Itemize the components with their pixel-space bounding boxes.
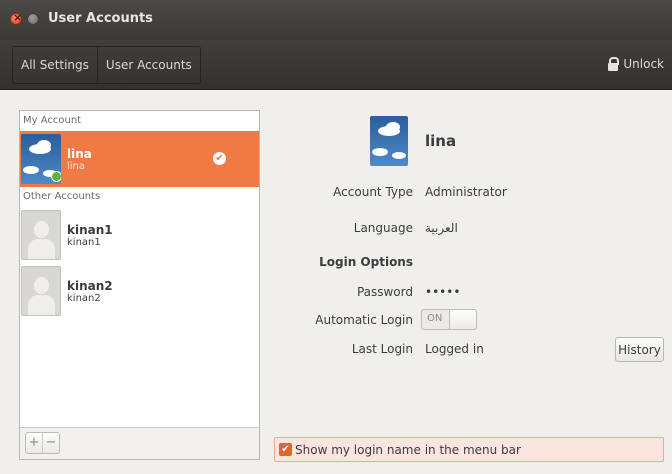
account-row-lina[interactable]: lina lina ✔ xyxy=(20,131,259,187)
password-label: Password xyxy=(356,285,413,299)
breadcrumb-user-accounts[interactable]: User Accounts xyxy=(96,47,200,83)
close-window-icon[interactable] xyxy=(10,11,22,25)
account-username: lina xyxy=(67,160,86,172)
add-account-button[interactable]: + xyxy=(26,433,42,453)
avatar xyxy=(21,210,61,260)
remove-account-button[interactable]: − xyxy=(42,433,59,453)
user-fullname[interactable]: lina xyxy=(425,132,456,150)
user-avatar-button[interactable] xyxy=(370,116,408,166)
other-accounts-header: Other Accounts xyxy=(23,191,101,202)
online-status-icon xyxy=(51,171,61,182)
password-value[interactable]: ••••• xyxy=(425,285,460,299)
checkmark-icon: ✔ xyxy=(213,152,226,165)
avatar xyxy=(21,134,61,184)
login-options-heading: Login Options xyxy=(319,255,413,269)
window-titlebar: User Accounts xyxy=(0,0,672,40)
show-login-name-label: Show my login name in the menu bar xyxy=(295,443,521,457)
history-button[interactable]: History xyxy=(615,337,664,362)
switch-state-label: ON xyxy=(427,313,443,324)
account-type-value[interactable]: Administrator xyxy=(425,185,507,199)
account-name: lina xyxy=(67,146,92,161)
language-value[interactable]: العربية xyxy=(425,221,458,235)
unlock-button[interactable]: Unlock xyxy=(608,46,664,82)
toolbar: All Settings User Accounts Unlock xyxy=(0,40,672,90)
window-title: User Accounts xyxy=(48,11,153,26)
lock-icon xyxy=(608,57,620,71)
show-login-name-option[interactable]: ✔ Show my login name in the menu bar xyxy=(274,437,664,462)
account-row-kinan2[interactable]: kinan2 kinan2 xyxy=(20,263,259,319)
account-name: kinan2 xyxy=(67,278,113,293)
my-account-header: My Account xyxy=(23,115,82,126)
language-label: Language xyxy=(353,221,413,235)
last-login-label: Last Login xyxy=(351,342,413,356)
switch-knob xyxy=(449,310,476,329)
account-username: kinan2 xyxy=(67,292,101,304)
checkbox-checked-icon[interactable]: ✔ xyxy=(279,443,292,456)
automatic-login-label: Automatic Login xyxy=(315,313,413,327)
account-type-label: Account Type xyxy=(333,185,413,199)
minimize-window-icon[interactable] xyxy=(27,13,39,25)
breadcrumb-all-settings[interactable]: All Settings xyxy=(13,47,97,83)
unlock-label: Unlock xyxy=(623,57,664,71)
avatar xyxy=(21,266,61,316)
accounts-list-panel: My Account lina lina ✔ Other Accounts ki… xyxy=(19,110,260,460)
account-name: kinan1 xyxy=(67,222,113,237)
breadcrumb: All Settings User Accounts xyxy=(12,46,201,84)
automatic-login-switch[interactable]: ON xyxy=(421,309,477,330)
last-login-value: Logged in xyxy=(425,342,484,356)
account-username: kinan1 xyxy=(67,236,101,248)
accounts-panel-footer: + − xyxy=(20,427,259,459)
account-row-kinan1[interactable]: kinan1 kinan1 xyxy=(20,207,259,263)
